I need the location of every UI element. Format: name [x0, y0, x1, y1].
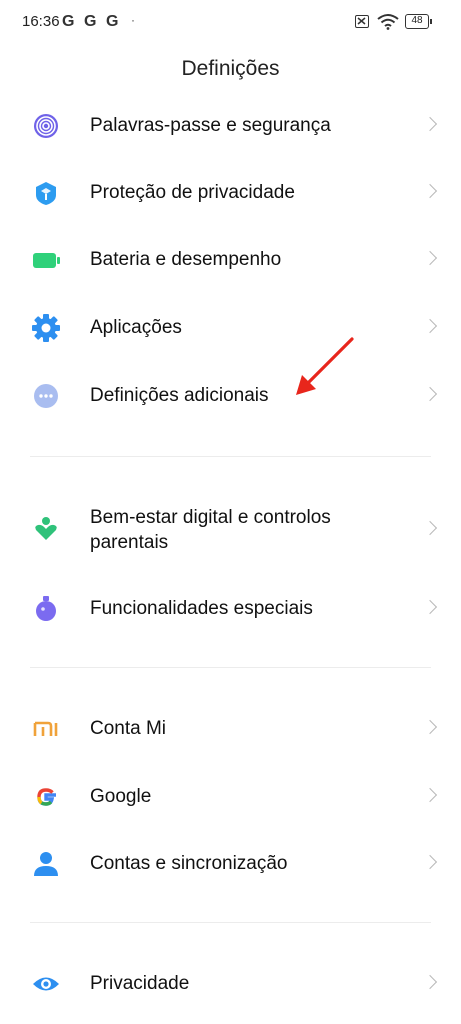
settings-item-mi-account[interactable]: Conta Mi — [0, 699, 461, 759]
settings-item-label: Google — [90, 786, 152, 807]
chevron-right-icon — [422, 974, 438, 990]
mi-logo-icon — [31, 714, 61, 744]
google-notification-icon: G — [62, 13, 75, 30]
settings-item-label: Bateria e desempenho — [90, 249, 282, 270]
chevron-right-icon — [422, 386, 438, 402]
section-divider — [30, 456, 431, 457]
settings-item-label: Funcionalidades especiais — [90, 598, 313, 619]
settings-item-label: Conta Mi — [90, 718, 167, 739]
settings-item-label: Definições adicionais — [90, 385, 269, 406]
gear-icon — [31, 313, 61, 343]
settings-item-accounts-sync[interactable]: Contas e sincronização — [0, 834, 461, 894]
user-icon — [31, 849, 61, 879]
chevron-right-icon — [422, 719, 438, 735]
battery-indicator: 48 — [405, 14, 429, 29]
settings-item-battery-performance[interactable]: Bateria e desempenho — [0, 230, 461, 290]
settings-item-label: Contas e sincronização — [90, 853, 288, 874]
settings-item-label: Aplicações — [90, 317, 182, 338]
notification-dot: · — [131, 13, 135, 27]
chevron-right-icon — [422, 318, 438, 334]
annotation-arrow-icon — [290, 335, 356, 406]
settings-item-digital-wellbeing[interactable]: Bem-estar digital e controlos parentais — [0, 498, 461, 588]
wifi-icon — [377, 13, 399, 35]
chevron-right-icon — [422, 116, 438, 132]
chevron-right-icon — [422, 599, 438, 615]
fingerprint-icon — [31, 111, 61, 141]
settings-item-special-features[interactable]: Funcionalidades especiais — [0, 579, 461, 639]
chevron-right-icon — [422, 250, 438, 266]
shield-icon — [31, 178, 61, 208]
settings-item-passwords-security[interactable]: Palavras-passe e segurança — [0, 96, 461, 156]
wellbeing-icon — [31, 513, 61, 543]
status-time: 16:36 — [22, 13, 60, 30]
settings-item-privacy-protection[interactable]: Proteção de privacidade — [0, 163, 461, 223]
eye-icon — [31, 969, 61, 999]
flask-icon — [31, 594, 61, 624]
google-icon — [31, 782, 61, 812]
chevron-right-icon — [422, 520, 438, 536]
section-divider — [30, 922, 431, 923]
settings-item-label: Bem-estar digital e controlos parentais — [90, 507, 331, 553]
chevron-right-icon — [422, 183, 438, 199]
battery-tip — [430, 19, 432, 24]
no-sim-icon — [355, 15, 369, 28]
settings-item-label: Proteção de privacidade — [90, 182, 295, 203]
page-title: Definições — [181, 57, 280, 80]
settings-item-label: Privacidade — [90, 973, 190, 994]
battery-icon — [31, 245, 61, 275]
google-notification-icon: G — [84, 13, 97, 30]
status-bar: 16:36 G G G · 48 — [0, 0, 461, 44]
chevron-right-icon — [422, 787, 438, 803]
settings-item-additional-settings[interactable]: Definições adicionais — [0, 366, 461, 426]
chevron-right-icon — [422, 854, 438, 870]
settings-item-apps[interactable]: Aplicações — [0, 298, 461, 358]
google-notification-icon: G — [106, 13, 119, 30]
settings-item-privacy[interactable]: Privacidade — [0, 954, 461, 1014]
more-dots-icon — [31, 381, 61, 411]
section-divider — [30, 667, 431, 668]
settings-item-google[interactable]: Google — [0, 767, 461, 827]
settings-item-label: Palavras-passe e segurança — [90, 115, 331, 136]
